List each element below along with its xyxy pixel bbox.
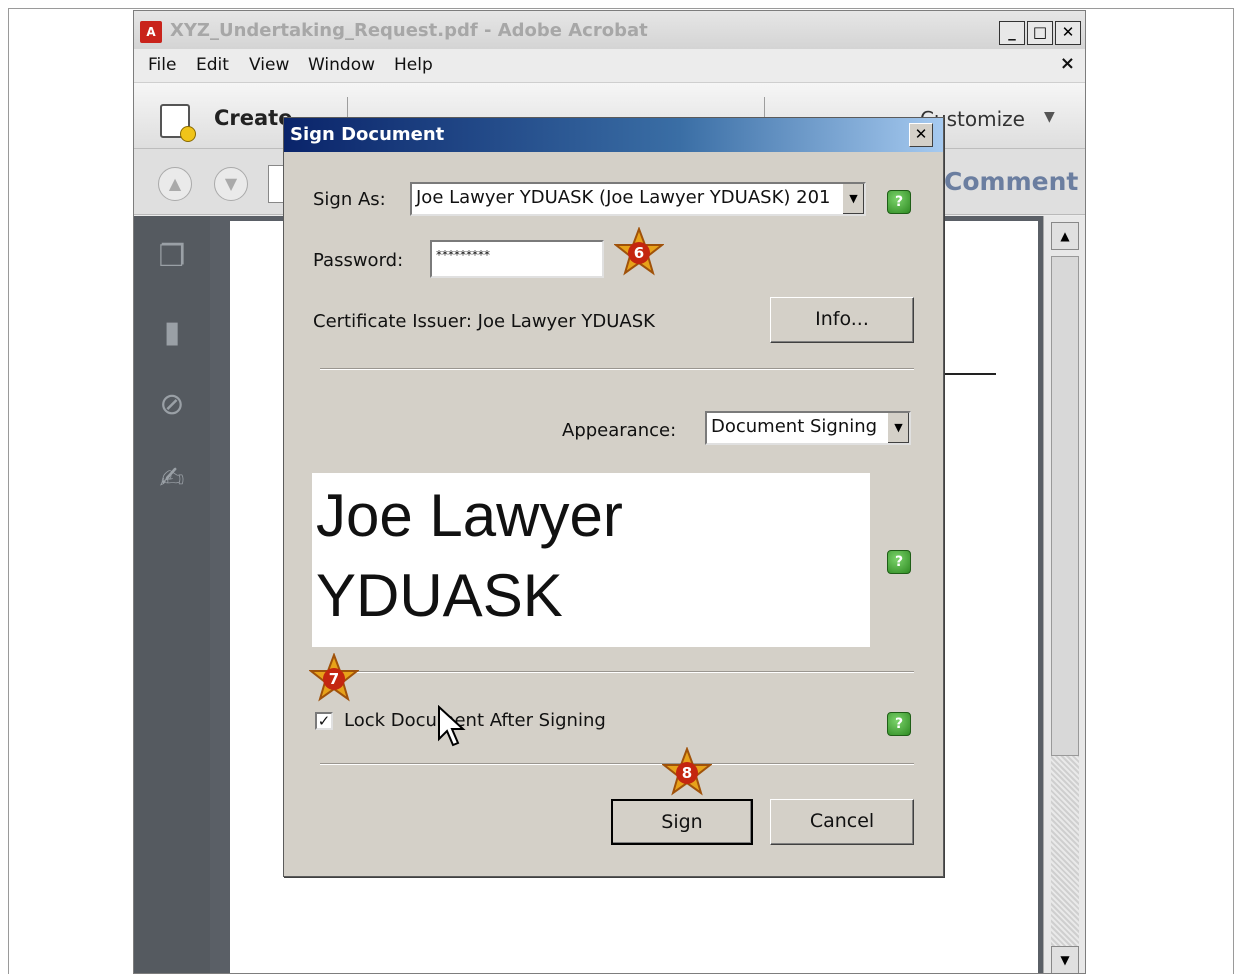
pages-icon[interactable]: ❐ <box>156 238 188 276</box>
appearance-value: Document Signing <box>711 416 878 437</box>
scroll-up-icon[interactable]: ▲ <box>1051 222 1079 250</box>
menu-view[interactable]: View <box>249 55 289 75</box>
scroll-track[interactable] <box>1051 756 1079 956</box>
previous-page-icon[interactable]: ▲ <box>158 167 192 201</box>
chevron-down-icon[interactable]: ▼ <box>842 184 864 214</box>
help-icon[interactable]: ? <box>887 712 911 736</box>
step-7-star-icon: 7 <box>309 653 359 702</box>
dialog-separator <box>320 368 914 370</box>
chevron-down-icon[interactable]: ▼ <box>1044 109 1055 125</box>
bookmark-icon[interactable]: ▮ <box>156 314 188 352</box>
paperclip-icon[interactable]: ⊘ <box>156 386 188 424</box>
scroll-thumb[interactable] <box>1051 256 1079 756</box>
step-6-star-icon: 6 <box>614 227 664 276</box>
appearance-select[interactable]: Document Signing ▼ <box>705 411 911 445</box>
sign-as-select[interactable]: Joe Lawyer YDUASK (Joe Lawyer YDUASK) 20… <box>410 182 866 216</box>
cancel-button[interactable]: Cancel <box>770 799 914 845</box>
menu-file[interactable]: File <box>148 55 176 75</box>
window-title: XYZ_Undertaking_Request.pdf - Adobe Acro… <box>170 20 648 41</box>
signature-icon[interactable]: ✍ <box>156 460 188 498</box>
minimize-button[interactable]: _ <box>999 21 1025 45</box>
menu-window[interactable]: Window <box>308 55 375 75</box>
close-button[interactable]: ✕ <box>1055 21 1081 45</box>
appearance-label: Appearance: <box>562 420 677 441</box>
dialog-titlebar: Sign Document ✕ <box>284 118 943 152</box>
password-field[interactable]: ********* <box>430 240 604 278</box>
signature-preview-line1: Joe Lawyer <box>316 482 623 549</box>
navigation-panel: ❐ ▮ ⊘ ✍ <box>134 216 210 973</box>
signature-preview-line2: YDUASK <box>316 562 563 629</box>
help-icon[interactable]: ? <box>887 550 911 574</box>
step-8-star-icon: 8 <box>662 747 712 796</box>
step-8-number: 8 <box>682 764 692 782</box>
sign-as-label: Sign As: <box>313 189 386 210</box>
signature-preview: Joe Lawyer YDUASK <box>312 473 870 647</box>
dialog-separator <box>320 671 914 673</box>
page-rule <box>940 373 996 375</box>
sign-button[interactable]: Sign <box>611 799 753 845</box>
next-page-icon[interactable]: ▼ <box>214 167 248 201</box>
window-titlebar: A XYZ_Undertaking_Request.pdf - Adobe Ac… <box>134 11 1085 49</box>
sign-as-value: Joe Lawyer YDUASK (Joe Lawyer YDUASK) 20… <box>416 187 831 208</box>
menu-help[interactable]: Help <box>394 55 433 75</box>
window-controls: _ □ ✕ <box>999 21 1081 45</box>
step-7-number: 7 <box>329 670 339 688</box>
dialog-separator <box>320 763 914 765</box>
document-close-icon[interactable]: × <box>1060 53 1075 74</box>
password-label: Password: <box>313 250 404 271</box>
comment-pane-button[interactable]: Comment <box>944 167 1078 196</box>
step-6-number: 6 <box>634 244 644 262</box>
mouse-cursor-icon <box>438 705 466 747</box>
menubar: File Edit View Window Help × <box>134 49 1085 83</box>
acrobat-pdf-icon: A <box>140 21 162 43</box>
vertical-scrollbar[interactable]: ▲ ▼ <box>1043 216 1085 973</box>
lock-document-label[interactable]: Lock Document After Signing <box>344 710 606 731</box>
create-button[interactable]: Create <box>214 106 292 130</box>
menu-edit[interactable]: Edit <box>196 55 229 75</box>
chevron-down-icon[interactable]: ▼ <box>887 413 909 443</box>
dialog-title: Sign Document <box>290 124 445 145</box>
help-icon[interactable]: ? <box>887 190 911 214</box>
create-icon[interactable] <box>160 104 196 142</box>
maximize-button[interactable]: □ <box>1027 21 1053 45</box>
certificate-issuer-text: Certificate Issuer: Joe Lawyer YDUASK <box>313 311 655 332</box>
dialog-close-button[interactable]: ✕ <box>909 123 933 147</box>
lock-document-checkbox[interactable]: ✓ <box>315 712 333 730</box>
info-button[interactable]: Info... <box>770 297 914 343</box>
scroll-down-icon[interactable]: ▼ <box>1051 946 1079 973</box>
